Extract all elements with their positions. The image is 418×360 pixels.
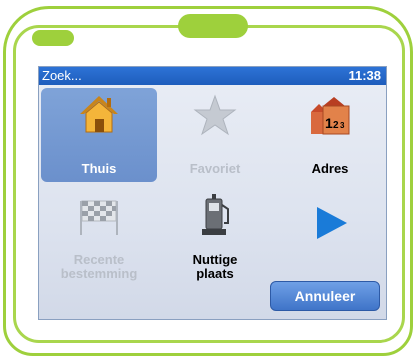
gas-pump-icon	[202, 194, 229, 235]
address-icon: 1 2 3	[311, 97, 350, 135]
device-power-button[interactable]	[178, 14, 248, 38]
menu-item-home[interactable]: Thuis	[41, 88, 157, 182]
menu-item-point-of-interest[interactable]: Nuttige plaats	[157, 187, 273, 287]
checkered-flag-icon	[80, 200, 118, 235]
menu-item-label: Adres	[311, 161, 349, 176]
menu-item-label: Recente bestemming	[60, 252, 138, 281]
svg-text:2: 2	[333, 120, 339, 131]
device-indicator-left	[32, 30, 74, 46]
home-icon	[80, 96, 118, 133]
clock: 11:38	[348, 68, 381, 83]
menu-item-recent-destination: Recente bestemming	[41, 187, 157, 287]
status-bar: Zoek... 11:38	[39, 67, 386, 85]
svg-text:3: 3	[340, 121, 345, 130]
menu-item-label: Nuttige plaats	[192, 252, 238, 281]
cancel-button[interactable]: Annuleer	[270, 281, 380, 311]
next-arrow-icon	[317, 207, 347, 239]
menu-item-label: Favoriet	[189, 161, 241, 176]
menu-item-label: Thuis	[81, 161, 117, 176]
next-page-button[interactable]	[272, 187, 386, 287]
svg-text:1: 1	[325, 115, 333, 131]
star-icon	[193, 94, 237, 136]
navigation-screen: Zoek... 11:38 Thuis Favoriet 1 2 3 Adres	[38, 66, 387, 320]
menu-item-address[interactable]: 1 2 3 Adres	[272, 88, 386, 182]
screen-title: Zoek...	[42, 68, 82, 83]
menu-item-favorite: Favoriet	[157, 88, 273, 182]
